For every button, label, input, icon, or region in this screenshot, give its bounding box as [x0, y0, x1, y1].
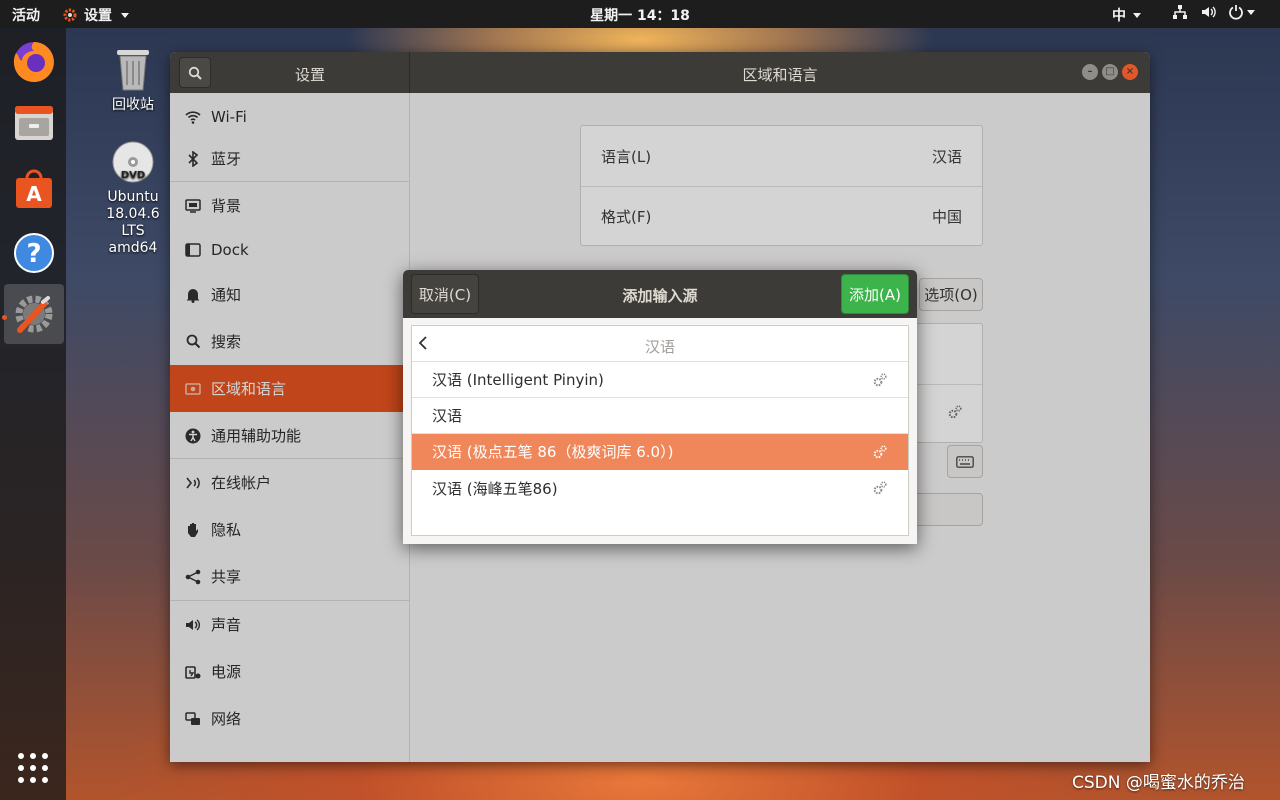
list-item-selected[interactable]: 汉语 (极点五笔 86（极爽词库 6.0）) [412, 434, 908, 470]
chevron-left-icon [418, 336, 427, 350]
sidebar-header: 设置 [170, 52, 410, 93]
back-row-label: 汉语 [644, 338, 675, 356]
desktop-trash[interactable]: 回收站 [93, 46, 173, 114]
window-header[interactable]: 设置 区域和语言 – □ × [170, 52, 1150, 93]
back-row[interactable]: 汉语 [412, 326, 908, 362]
add-button[interactable]: 添加(A) [841, 274, 909, 314]
add-input-source-dialog: 取消(C) 添加输入源 添加(A) 汉语 汉语 (Intelligent Pin… [403, 270, 917, 544]
list-item[interactable]: 汉语 [412, 398, 908, 434]
svg-text:A: A [26, 182, 42, 206]
app-menu[interactable]: 设置 [62, 5, 129, 25]
dock-firefox[interactable] [4, 31, 64, 91]
list-item-label: 汉语 (海峰五笔86) [432, 479, 558, 498]
search-button[interactable] [179, 57, 211, 88]
volume-icon [1202, 6, 1216, 18]
chevron-down-icon [121, 12, 129, 18]
dock-settings[interactable] [4, 284, 64, 344]
show-applications-button[interactable] [13, 748, 53, 788]
trash-label: 回收站 [112, 97, 154, 113]
window-controls: – □ × [1082, 64, 1138, 80]
input-source-list: 汉语 汉语 (Intelligent Pinyin) 汉语 汉语 (极点五笔 8… [411, 325, 909, 536]
trash-icon [117, 50, 149, 91]
gear-icon [873, 481, 887, 495]
dvd-label-line-3: amd64 [108, 240, 158, 256]
list-item[interactable]: 汉语 (Intelligent Pinyin) [412, 362, 908, 398]
gear-icon [873, 445, 887, 459]
input-method-indicator[interactable]: 中 [1112, 5, 1141, 25]
list-item-label: 汉语 [432, 407, 463, 425]
top-bar: 活动 设置 星期一 14：18 中 [0, 0, 1280, 28]
chevron-down-icon [1247, 9, 1255, 15]
activities-button[interactable]: 活动 [12, 5, 40, 25]
network-wired-icon [1173, 5, 1187, 19]
input-method-label: 中 [1112, 8, 1126, 24]
svg-text:DVD: DVD [121, 170, 145, 181]
close-button[interactable]: × [1122, 64, 1138, 80]
list-item[interactable]: 汉语 (海峰五笔86) [412, 470, 908, 506]
power-menu[interactable] [1228, 4, 1255, 20]
clock[interactable]: 星期一 14：18 [0, 5, 1280, 25]
software-store-icon: A [16, 169, 52, 208]
maximize-button[interactable]: □ [1102, 64, 1118, 80]
dock: A ? [0, 28, 66, 800]
watermark: CSDN @喝蜜水的乔治 [1072, 773, 1245, 793]
dialog-header: 取消(C) 添加输入源 添加(A) [403, 270, 917, 318]
dock-software[interactable]: A [4, 158, 64, 218]
firefox-icon [13, 42, 54, 82]
settings-gear-icon [15, 295, 53, 333]
desktop-dvd[interactable]: DVD Ubuntu 18.04.6 LTS amd64 [93, 140, 173, 257]
app-menu-label: 设置 [84, 8, 112, 24]
system-tray[interactable] [1172, 4, 1255, 20]
chevron-down-icon [1133, 12, 1141, 18]
running-indicator [2, 315, 7, 320]
svg-text:?: ? [26, 239, 41, 269]
file-cabinet-icon [15, 106, 53, 140]
search-icon [188, 66, 202, 80]
help-icon: ? [14, 233, 54, 273]
minimize-button[interactable]: – [1082, 64, 1098, 80]
dvd-label-line-2: 18.04.6 LTS [106, 206, 160, 239]
dialog-title: 添加输入源 [622, 287, 698, 305]
cancel-button[interactable]: 取消(C) [411, 274, 479, 314]
list-item-label: 汉语 (极点五笔 86（极爽词库 6.0）) [432, 443, 674, 461]
gear-icon [873, 373, 887, 387]
dvd-label-line-1: Ubuntu [107, 189, 159, 205]
sidebar-title: 设置 [294, 66, 325, 84]
power-icon [1229, 5, 1243, 20]
gear-icon [63, 8, 77, 22]
dock-help[interactable]: ? [4, 223, 64, 283]
panel-title: 区域和语言 [742, 66, 818, 84]
list-item-label: 汉语 (Intelligent Pinyin) [432, 371, 604, 389]
dvd-icon: DVD [112, 141, 154, 183]
dock-files[interactable] [4, 92, 64, 152]
